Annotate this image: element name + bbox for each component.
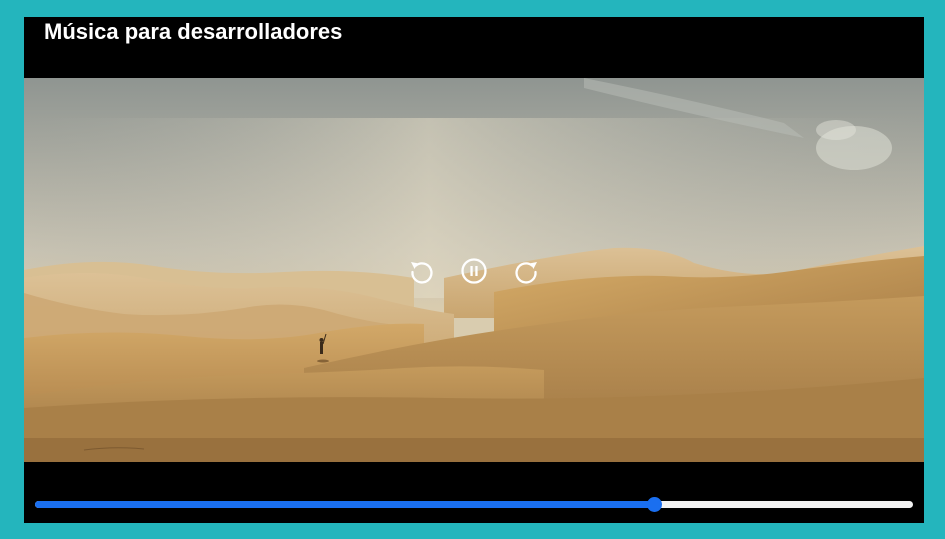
progress-thumb[interactable] (647, 497, 663, 512)
video-player: Música para desarrolladores (24, 17, 924, 523)
title-bar: Música para desarrolladores (24, 17, 924, 78)
pause-button[interactable] (459, 256, 489, 286)
video-title: Música para desarrolladores (44, 19, 343, 44)
forward-icon (515, 262, 537, 284)
video-frame[interactable] (24, 78, 924, 462)
forward-button[interactable] (511, 256, 541, 286)
playback-controls (407, 256, 541, 284)
control-bar (24, 462, 924, 523)
rewind-icon (411, 262, 433, 284)
pause-icon (461, 258, 487, 284)
progress-slider[interactable] (35, 497, 913, 512)
rewind-button[interactable] (407, 256, 437, 286)
progress-fill (35, 501, 655, 508)
